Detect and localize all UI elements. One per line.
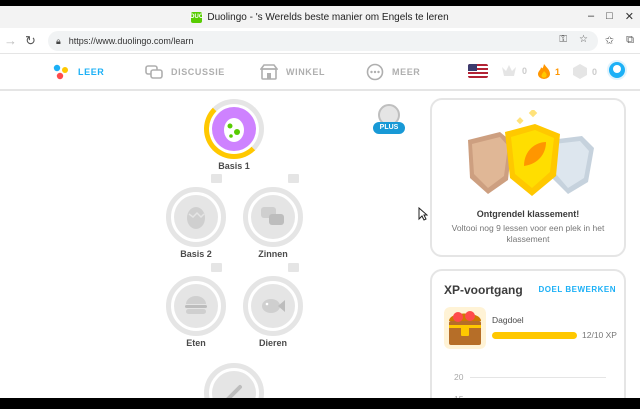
xp-panel-title: XP-voortgang — [444, 283, 523, 297]
crown-icon — [502, 65, 516, 76]
pencil-icon — [226, 385, 242, 398]
duolingo-navbar: LEER DISCUSSIE WINKEL MEER 0 1 0 — [0, 54, 640, 91]
address-bar-actions: ⚿ ☆ — [559, 34, 588, 45]
nav-learn-label: LEER — [78, 67, 105, 77]
nav-shop-label: WINKEL — [286, 67, 326, 77]
league-shields-icon — [468, 110, 594, 196]
gems-counter[interactable]: 0 — [573, 64, 597, 79]
chart-axis-label: 15 — [454, 394, 463, 398]
streak-count: 1 — [555, 66, 561, 77]
nav-more-label: MEER — [392, 67, 421, 77]
screen: DUO Duolingo - 's Werelds beste manier o… — [0, 0, 640, 409]
maximize-icon[interactable]: □ — [606, 10, 613, 23]
crowns-counter[interactable]: 0 — [501, 64, 527, 77]
window-titlebar: DUO Duolingo - 's Werelds beste manier o… — [0, 6, 640, 28]
crowns-count: 0 — [522, 65, 528, 76]
leaderboard-panel: Ontgrendel klassement! Voltooi nog 9 les… — [430, 98, 626, 257]
burger-icon — [185, 296, 207, 314]
shop-icon — [260, 63, 278, 81]
bookmark-star-icon[interactable]: ☆ — [579, 34, 588, 45]
skill-name: Basis 2 — [180, 249, 212, 259]
nav-discussion[interactable]: DISCUSSIE — [145, 63, 225, 81]
gems-count: 0 — [592, 66, 598, 77]
skill-badge — [251, 195, 295, 239]
xp-progress-panel: XP-voortgang DOEL BEWERKEN Dagdoel 12/10… — [430, 269, 626, 398]
chart-gridline — [470, 377, 606, 378]
browser-extensions: ✩ ⧉ — [605, 34, 634, 47]
treasure-chest-icon — [444, 307, 486, 349]
skill-badge — [174, 195, 218, 239]
leaderboard-title: Ontgrendel klassement! — [476, 209, 580, 219]
gem-icon — [573, 64, 587, 79]
daily-goal-label: Dagdoel — [492, 315, 524, 325]
learn-icon — [52, 63, 70, 81]
plus-upsell[interactable]: PLUS — [373, 104, 405, 144]
nav-learn[interactable]: LEER — [52, 63, 104, 81]
nav-shop[interactable]: WINKEL — [260, 63, 325, 81]
skill-name: Eten — [186, 338, 206, 348]
edit-goal-link[interactable]: DOEL BEWERKEN — [539, 285, 616, 294]
fish-icon — [262, 299, 285, 313]
nav-more[interactable]: MEER — [366, 63, 420, 81]
skill-name: Basis 1 — [218, 161, 250, 171]
crown-level-icon — [209, 261, 224, 274]
crown-level-icon — [286, 261, 301, 274]
discussion-icon — [145, 63, 163, 81]
speech-bubble-icon — [261, 207, 284, 225]
browser-window: DUO Duolingo - 's Werelds beste manier o… — [0, 6, 640, 398]
profile-avatar[interactable] — [607, 60, 627, 80]
collections-icon[interactable]: ⧉ — [626, 34, 634, 47]
mouse-cursor-icon — [418, 207, 428, 221]
skill-name: Dieren — [258, 338, 287, 348]
plus-label: PLUS — [373, 122, 405, 134]
chart-axis-label: 20 — [454, 372, 464, 382]
egg-icon — [224, 118, 244, 142]
crown-level-icon — [209, 172, 224, 185]
daily-goal-xp: 12/10 XP — [582, 330, 617, 340]
close-icon[interactable]: ✕ — [625, 10, 634, 23]
address-bar[interactable]: 🔒︎ https://www.duolingo.com/learn ⚿ ☆ — [48, 31, 598, 51]
refresh-icon[interactable]: ↻ — [25, 33, 36, 49]
skill-badge — [251, 284, 295, 328]
more-icon — [366, 63, 384, 81]
streak-flame-icon — [538, 64, 550, 79]
window-controls: – □ ✕ — [588, 10, 634, 23]
daily-goal-progress-bar — [492, 332, 577, 339]
leaderboard-description: Voltooi nog 9 lessen voor een plek in he… — [451, 223, 605, 244]
back-icon[interactable]: → — [4, 33, 17, 48]
skill-badge — [212, 107, 256, 151]
egg-icon — [187, 207, 205, 229]
duolingo-favicon-icon: DUO — [190, 11, 204, 23]
skill-badge — [174, 284, 218, 328]
browser-toolbar: → ↻ 🔒︎ https://www.duolingo.com/learn ⚿ … — [0, 28, 640, 54]
window-title: Duolingo - 's Werelds beste manier om En… — [207, 11, 449, 23]
nav-discussion-label: DISCUSSIE — [171, 67, 225, 77]
skill-name: Zinnen — [258, 249, 288, 259]
favorites-icon[interactable]: ✩ — [605, 34, 614, 47]
url-text: https://www.duolingo.com/learn — [68, 36, 194, 46]
key-icon[interactable]: ⚿ — [559, 34, 567, 45]
lock-icon: 🔒︎ — [56, 35, 61, 46]
course-flag-us-icon[interactable] — [468, 64, 488, 78]
minimize-icon[interactable]: – — [588, 10, 594, 23]
streak-counter[interactable]: 1 — [538, 64, 560, 79]
crown-level-icon — [286, 172, 301, 185]
